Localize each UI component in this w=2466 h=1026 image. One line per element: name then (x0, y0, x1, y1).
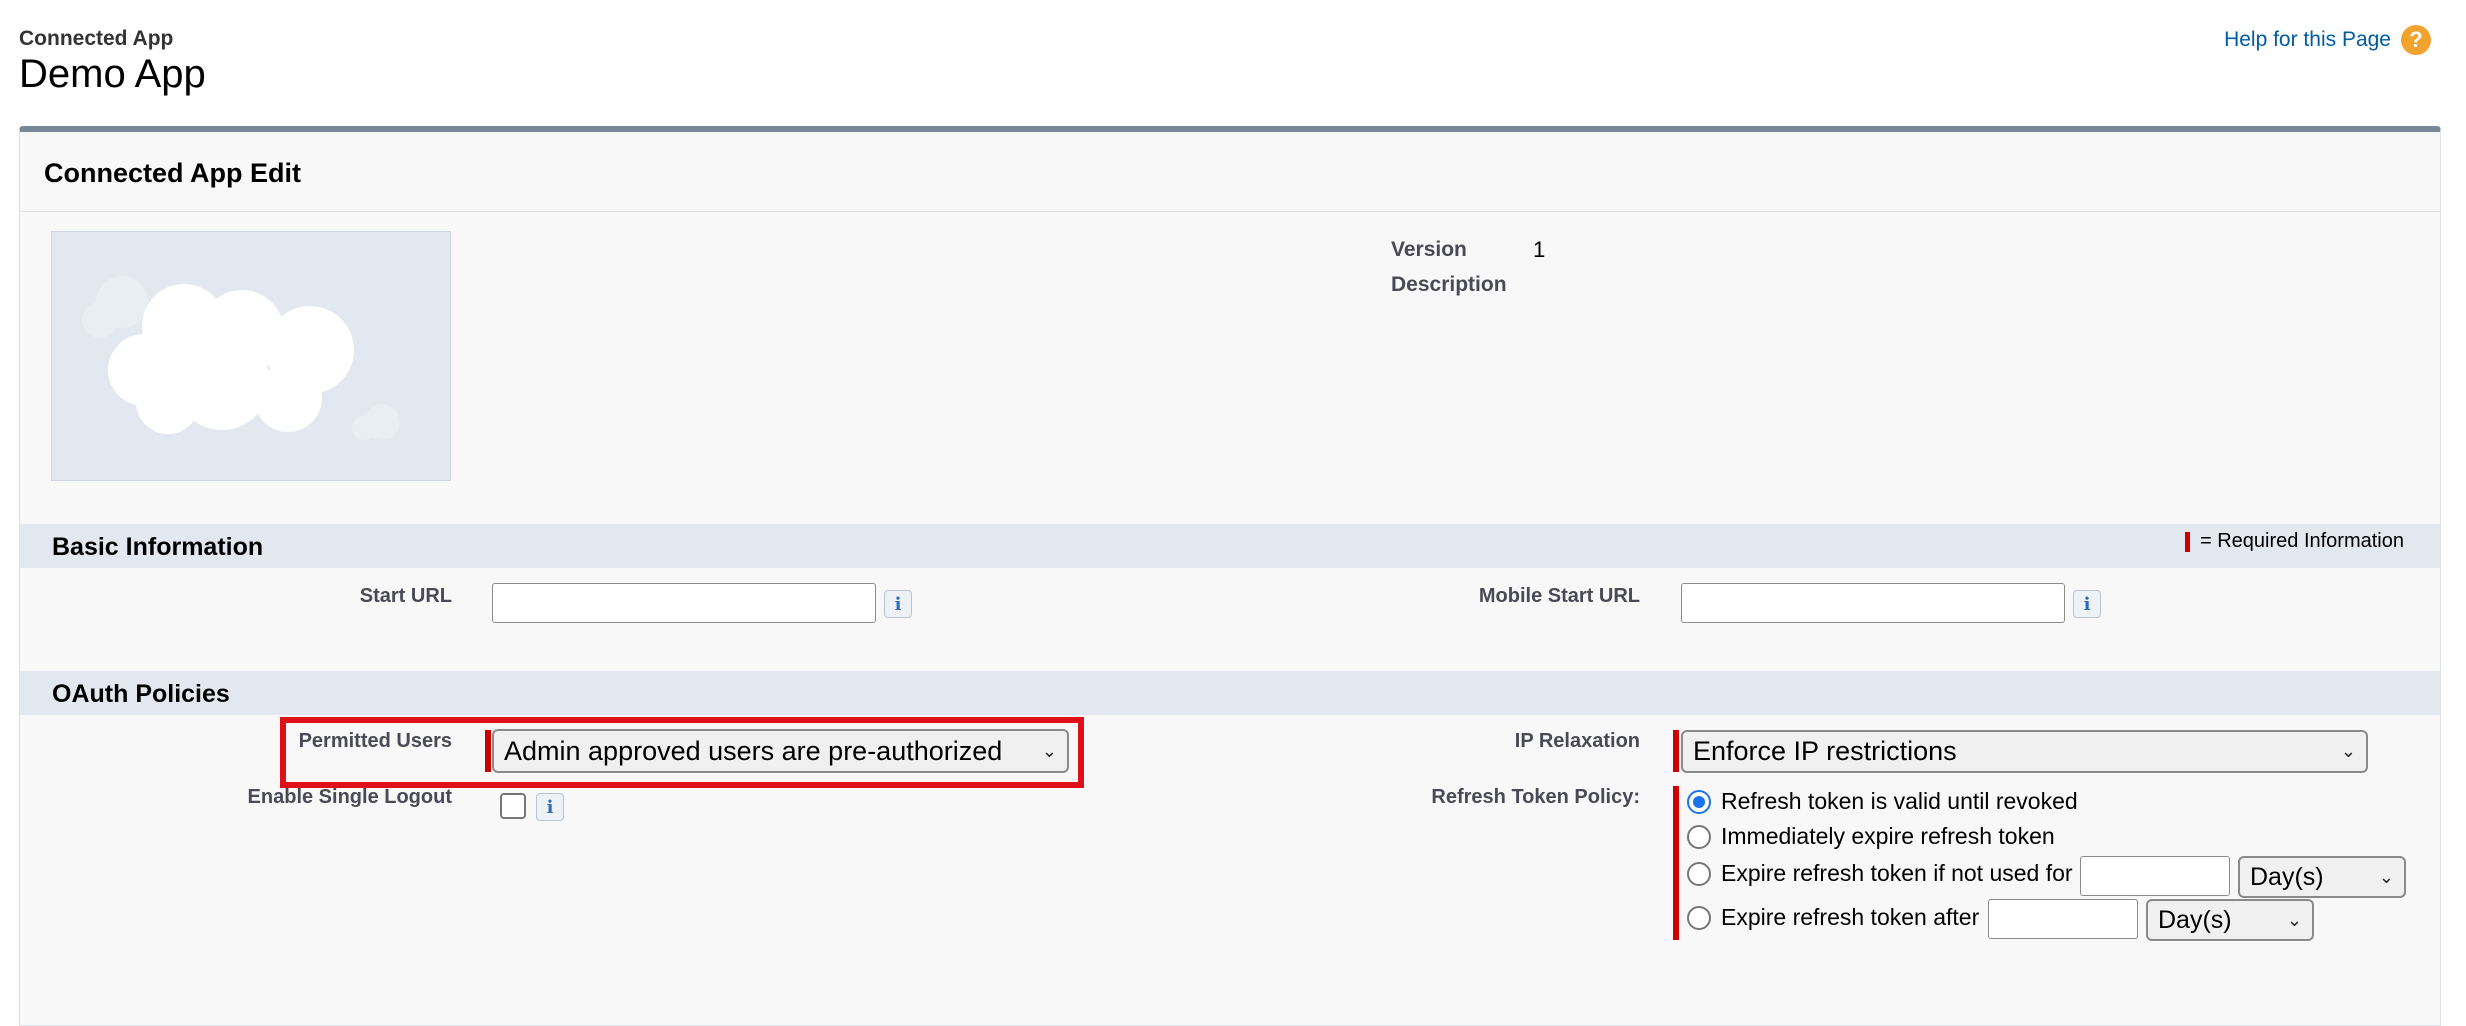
page-type: Connected App (19, 27, 174, 50)
refresh-option-label: Refresh token is valid until revoked (1721, 788, 2078, 814)
refresh-token-required-mark (1673, 786, 1679, 940)
permitted-users-value: Admin approved users are pre-authorized (504, 735, 1003, 766)
oauth-policies-title: OAuth Policies (52, 680, 230, 708)
start-url-info-icon[interactable]: i (884, 590, 912, 618)
chevron-down-icon: ⌄ (2378, 866, 2394, 887)
refresh-option-expire-after[interactable]: Expire refresh token after (1687, 904, 1979, 931)
not-used-for-unit-value: Day(s) (2250, 862, 2324, 891)
basic-information-section: Basic Information = Required Information (20, 524, 2440, 568)
permitted-users-select[interactable]: Admin approved users are pre-authorized … (492, 729, 1069, 773)
panel-title: Connected App Edit (44, 158, 301, 188)
app-logo-placeholder (51, 231, 451, 481)
app-meta: Version 1 Description (1391, 232, 1545, 302)
description-label: Description (1391, 272, 1507, 296)
required-legend-text: = Required Information (2199, 530, 2404, 552)
expire-after-unit-value: Day(s) (2158, 905, 2232, 934)
enable-single-logout-label: Enable Single Logout (247, 786, 452, 808)
chevron-down-icon: ⌄ (1041, 740, 1057, 761)
refresh-option-label: Expire refresh token if not used for (1721, 860, 2073, 886)
help-section: Help for this Page ? (2224, 25, 2431, 55)
page-title: Demo App (19, 52, 206, 96)
connected-app-edit-panel: Connected App Edit Version 1 Description… (19, 126, 2441, 1026)
enable-single-logout-checkbox[interactable] (500, 793, 526, 819)
ip-relaxation-select[interactable]: Enforce IP restrictions ⌄ (1681, 730, 2368, 773)
single-logout-info-icon[interactable]: i (536, 793, 564, 821)
ip-relaxation-value: Enforce IP restrictions (1693, 736, 1957, 766)
expire-after-unit-select[interactable]: Day(s) ⌄ (2146, 899, 2314, 941)
refresh-option-label: Expire refresh token after (1721, 904, 1980, 930)
page-header: Connected App Demo App (19, 25, 206, 97)
permitted-users-required-mark (485, 730, 491, 772)
start-url-label: Start URL (359, 585, 452, 607)
panel-header: Connected App Edit (20, 132, 2440, 212)
chevron-down-icon: ⌄ (2286, 909, 2302, 930)
permitted-users-label: Permitted Users (298, 730, 452, 752)
radio-not-used-for[interactable] (1687, 861, 1711, 886)
not-used-for-input[interactable] (2080, 856, 2230, 896)
ip-relaxation-label: IP Relaxation (1514, 730, 1640, 752)
mobile-start-url-label: Mobile Start URL (1478, 585, 1640, 607)
mobile-start-url-input[interactable] (1681, 583, 2065, 623)
refresh-option-not-used-for[interactable]: Expire refresh token if not used for (1687, 860, 2073, 887)
required-legend: = Required Information (2184, 530, 2404, 553)
required-mark-icon (2184, 531, 2190, 552)
refresh-option-immediately-expire[interactable]: Immediately expire refresh token (1687, 823, 2055, 850)
refresh-option-until-revoked[interactable]: Refresh token is valid until revoked (1687, 788, 2078, 815)
radio-until-revoked[interactable] (1687, 789, 1711, 814)
help-question-icon[interactable]: ? (2401, 25, 2431, 55)
help-link[interactable]: Help for this Page (2224, 28, 2391, 52)
oauth-policies-section: OAuth Policies (20, 671, 2440, 715)
ip-relaxation-required-mark (1673, 730, 1679, 772)
cloud-icon (82, 276, 400, 440)
radio-expire-after[interactable] (1687, 905, 1711, 930)
radio-immediately-expire[interactable] (1687, 824, 1711, 849)
version-value: 1 (1533, 236, 1546, 262)
refresh-token-policy-label: Refresh Token Policy: (1431, 786, 1640, 808)
expire-after-input[interactable] (1988, 899, 2138, 939)
version-label: Version (1391, 237, 1467, 261)
not-used-for-unit-select[interactable]: Day(s) ⌄ (2238, 856, 2406, 898)
start-url-input[interactable] (492, 583, 876, 623)
mobile-start-url-info-icon[interactable]: i (2073, 590, 2101, 618)
basic-information-title: Basic Information (52, 533, 264, 561)
chevron-down-icon: ⌄ (2340, 741, 2356, 761)
refresh-option-label: Immediately expire refresh token (1721, 823, 2055, 849)
